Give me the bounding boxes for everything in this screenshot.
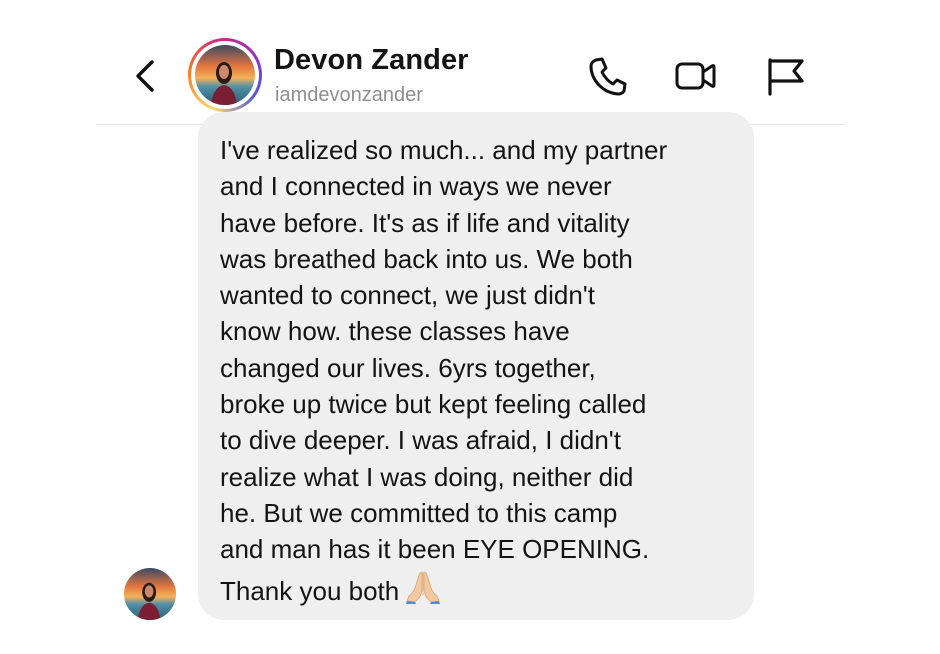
message-line: wanted to connect, we just didn't [220,280,595,311]
message-line-text: Thank you both [220,575,400,606]
back-button[interactable] [126,56,166,96]
folded-hands-icon [406,571,441,604]
conversation-header: Devon Zander iamdevonzander [0,0,940,124]
message-line: have before. It's as if life and vitalit… [220,207,630,238]
flag-icon [768,58,804,96]
message-line: and man has it been EYE OPENING. [220,534,650,565]
message-bubble[interactable]: I've realized so much... and my partner … [198,112,754,620]
message-line: I've realized so much... and my partner [220,135,668,165]
contact-name[interactable]: Devon Zander [274,44,469,77]
message-line: broke up twice but kept feeling called [220,389,647,420]
message-line: he. But we committed to this camp [220,497,618,528]
audio-call-button[interactable] [586,54,630,98]
video-call-button[interactable] [674,54,718,98]
avatar-photo [124,568,176,620]
message-line: was breathed back into us. We both [220,243,633,274]
sender-avatar[interactable] [124,568,176,620]
message-line: to dive deeper. I was afraid, I didn't [220,425,621,456]
message-line-last: Thank you both [220,568,734,609]
message-line: realize what I was doing, neither did [220,461,634,492]
contact-username: iamdevonzander [275,84,423,106]
report-button[interactable] [764,54,808,98]
message-line: know how. these classes have [220,316,570,347]
dm-conversation-screen: Devon Zander iamdevonzander I've realize… [0,0,940,654]
message-line: and I connected in ways we never [220,171,612,202]
message-text: I've realized so much... and my partner … [220,132,734,609]
avatar-photo [195,45,255,105]
contact-avatar[interactable] [188,38,262,112]
message-line: changed our lives. 6yrs together, [220,352,596,383]
phone-icon [589,57,627,96]
chevron-left-icon [136,60,154,92]
video-camera-icon [675,62,716,90]
